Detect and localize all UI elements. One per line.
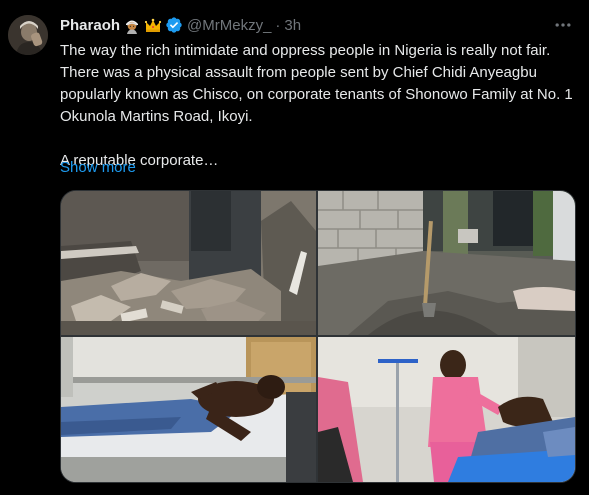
separator-dot: · (275, 16, 281, 34)
tweet-text: The way the rich intimidate and oppress … (60, 40, 580, 172)
display-name[interactable]: Pharaoh (60, 17, 120, 34)
photo-hospital-patient[interactable] (61, 337, 316, 482)
tweet-header: Pharaoh @MrMekzy_ · 3h (60, 14, 301, 36)
author-handle[interactable]: @MrMekzy_ (187, 17, 271, 34)
tweet-text-paragraph-1: The way the rich intimidate and oppress … (60, 42, 573, 125)
tweet-text-paragraph-2: A reputable corporate… (60, 152, 219, 169)
crown-emoji (144, 16, 162, 34)
media-grid (60, 190, 576, 483)
man-with-turban-emoji (123, 16, 141, 34)
avatar[interactable] (8, 15, 48, 55)
timestamp[interactable]: 3h (284, 17, 301, 34)
show-more-link[interactable]: Show more (60, 157, 136, 179)
photo-rubble[interactable] (61, 191, 316, 335)
avatar-image (8, 15, 48, 55)
more-options-button[interactable] (551, 13, 575, 37)
photo-nurse-attending[interactable] (318, 337, 575, 482)
verified-badge-icon[interactable] (165, 16, 183, 34)
ellipsis-icon (555, 23, 571, 27)
photo-dug-ground[interactable] (318, 191, 575, 335)
tweet[interactable]: Pharaoh @MrMekzy_ · 3h The way the rich … (0, 0, 589, 495)
